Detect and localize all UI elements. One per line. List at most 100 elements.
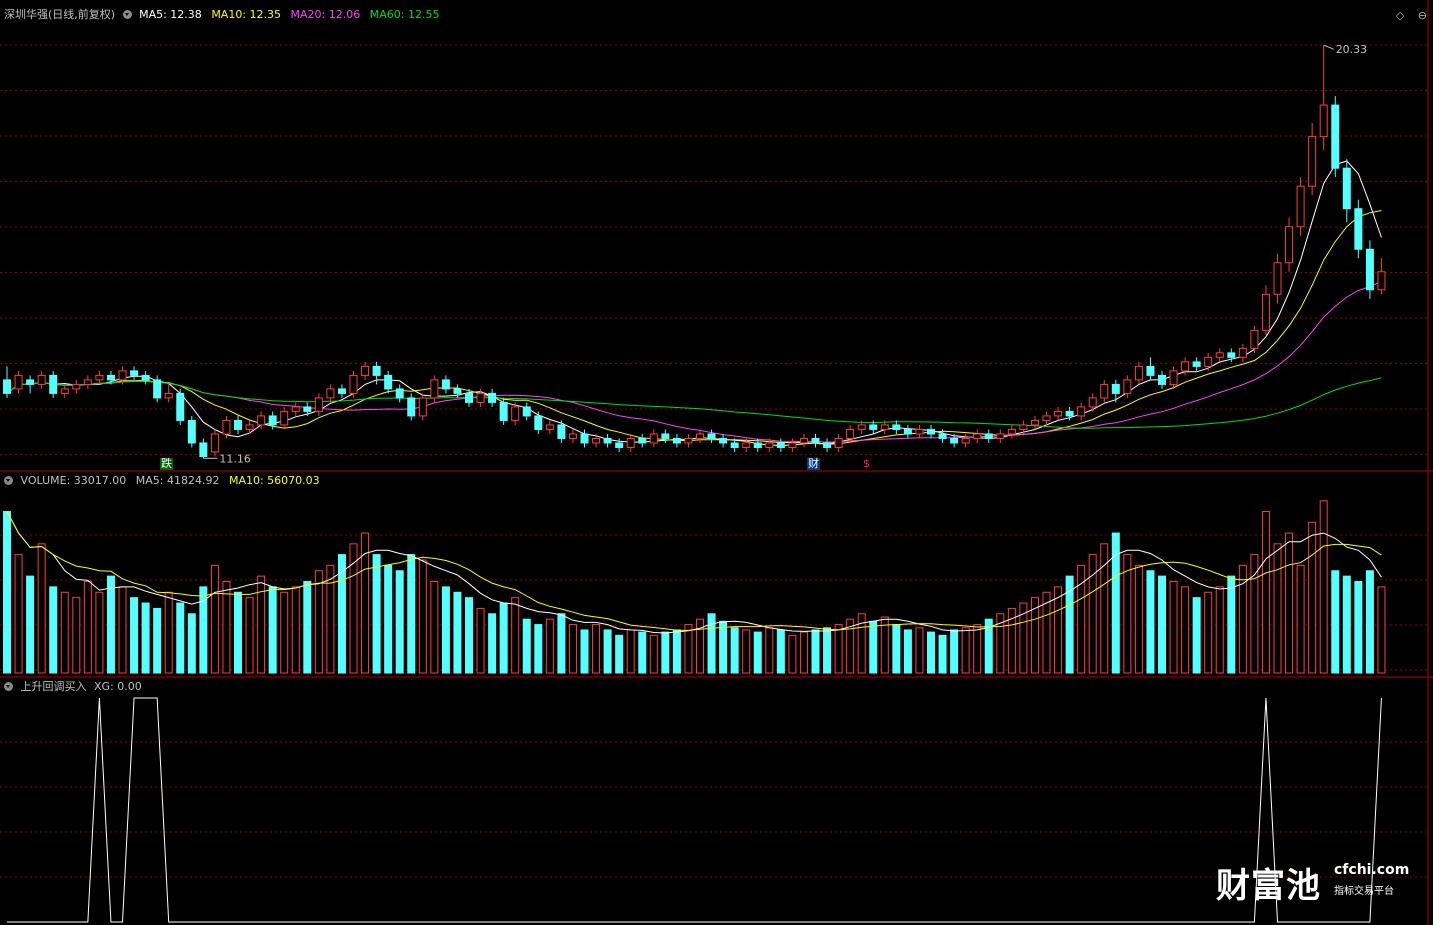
candle-body xyxy=(118,370,127,381)
stock-chart: 20.33 11.16 xyxy=(0,0,1433,925)
candle-body xyxy=(984,433,993,439)
volume-bar xyxy=(1204,591,1213,674)
volume-bar xyxy=(603,629,612,674)
watermark-url: cfchi.com xyxy=(1334,862,1410,878)
main-panel-title[interactable]: 深圳华强(日线,前复权) xyxy=(4,8,115,21)
candle-body xyxy=(1019,424,1028,430)
volume-bar xyxy=(1227,575,1236,674)
candle-body xyxy=(1238,347,1247,358)
volume-bar xyxy=(1342,575,1351,674)
volume-bar xyxy=(60,591,69,674)
candle-body xyxy=(49,374,58,394)
candle-body xyxy=(1169,370,1178,385)
volume-bar xyxy=(1146,570,1155,674)
volume-bar xyxy=(234,591,242,674)
ma20-line xyxy=(6,281,1382,443)
candle-body xyxy=(534,415,543,430)
candle-body xyxy=(961,437,970,444)
dividend-marker[interactable]: $ xyxy=(862,458,871,470)
candle-body xyxy=(1342,167,1351,210)
volume-ma10-label: MA10: 56070.03 xyxy=(228,474,320,487)
indicator-panel-legend: 上升回调买入 XG: 0.00 xyxy=(4,680,148,693)
candle-body xyxy=(834,437,843,448)
candle-body xyxy=(730,442,739,448)
volume-bar xyxy=(1285,532,1294,674)
candle-body xyxy=(1227,352,1236,358)
diamond-icon[interactable]: ◇ xyxy=(1396,9,1404,22)
volume-bar xyxy=(314,570,323,674)
volume-bar xyxy=(465,597,473,674)
candle-body xyxy=(257,415,266,426)
ma5-line xyxy=(6,160,1382,447)
candle-body xyxy=(707,433,716,439)
minus-circle-icon[interactable]: ⊖ xyxy=(1418,9,1427,22)
volume-bar xyxy=(245,597,254,674)
volume-bar xyxy=(499,602,508,674)
volume-bar xyxy=(545,618,554,674)
candle-body xyxy=(280,410,289,426)
volume-bar xyxy=(950,629,959,674)
candle-body xyxy=(187,419,196,444)
candle-body xyxy=(1007,428,1016,435)
candle-body xyxy=(557,424,566,439)
volume-bar xyxy=(476,607,485,674)
candle-body xyxy=(1377,271,1386,291)
candle-body xyxy=(1250,329,1259,349)
candle-body xyxy=(1181,361,1190,372)
candle-body xyxy=(615,442,624,448)
candle-body xyxy=(1100,383,1109,399)
candle-body xyxy=(776,442,785,448)
candle-body xyxy=(430,379,439,399)
volume-panel-menu-icon[interactable] xyxy=(4,476,13,485)
candle-body xyxy=(1296,185,1305,228)
volume-bar xyxy=(303,581,312,674)
volume-bar xyxy=(903,629,912,674)
candle-body xyxy=(1285,226,1294,264)
candle-body xyxy=(950,437,959,444)
candle-body xyxy=(1054,410,1063,417)
volume-bar xyxy=(280,591,289,674)
candle-body xyxy=(903,428,912,435)
candle-body xyxy=(742,442,751,448)
candle-body xyxy=(453,388,462,394)
candle-body xyxy=(672,437,681,444)
candle-body xyxy=(141,374,150,381)
candle-body xyxy=(72,383,81,390)
volume-bar xyxy=(765,627,774,674)
xg-label: XG: 0.00 xyxy=(94,680,142,693)
indicator-title[interactable]: 上升回调买入 xyxy=(21,680,87,693)
candle-body xyxy=(314,397,323,412)
candle-body xyxy=(626,437,635,448)
volume-bar xyxy=(257,575,266,674)
finance-marker[interactable]: 财 xyxy=(807,458,820,470)
candle-body xyxy=(488,392,497,403)
volume-bar xyxy=(1054,586,1063,674)
candle-body xyxy=(1158,374,1166,385)
candle-body xyxy=(1354,208,1363,250)
drop-marker[interactable]: 跌 xyxy=(160,458,173,470)
volume-bar xyxy=(672,629,681,674)
candle-body xyxy=(372,365,381,376)
volume-bar xyxy=(268,586,277,674)
volume-bar xyxy=(1215,586,1224,674)
volume-bar xyxy=(927,631,935,674)
volume-bar xyxy=(742,629,751,674)
volume-bar xyxy=(892,624,901,674)
candle-body xyxy=(37,374,46,385)
volume-bar xyxy=(83,581,92,674)
candle-body xyxy=(1146,365,1155,376)
panel-menu-icon[interactable] xyxy=(122,10,132,19)
indicator-panel-menu-icon[interactable] xyxy=(4,682,13,691)
volume-bar xyxy=(418,559,427,674)
volume-bar xyxy=(638,631,647,674)
volume-bar xyxy=(141,602,150,674)
candle-body xyxy=(83,379,92,385)
volume-bar xyxy=(1181,586,1190,674)
volume-bar xyxy=(199,586,208,674)
candle-body xyxy=(638,437,647,444)
candle-body xyxy=(753,442,762,448)
candle-body xyxy=(1088,397,1097,408)
candle-body xyxy=(268,415,277,426)
candle-body xyxy=(499,401,508,421)
volume-bar xyxy=(453,591,462,674)
